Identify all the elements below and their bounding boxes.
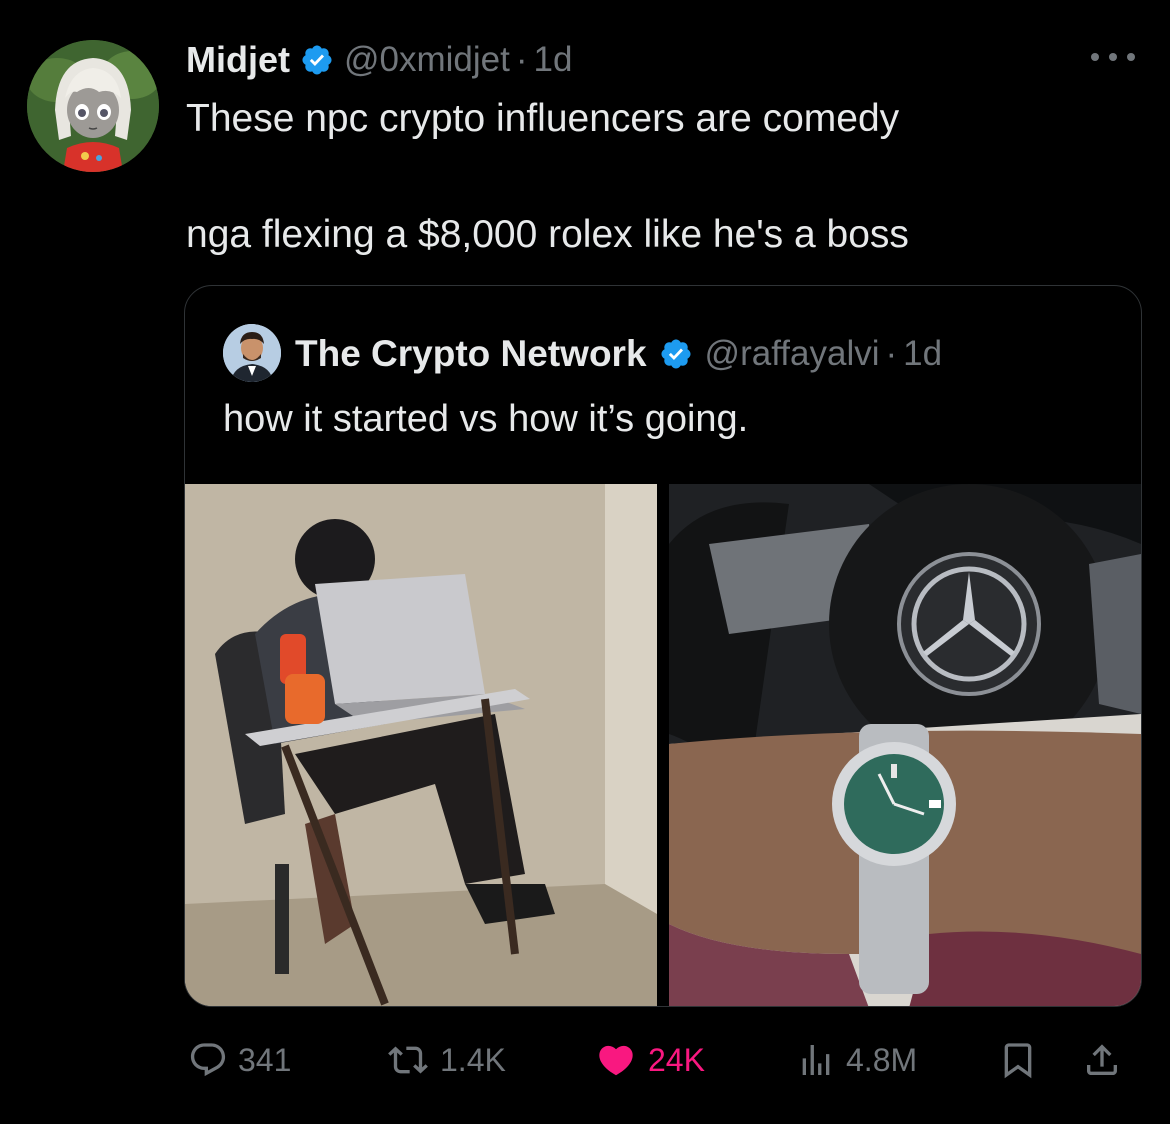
quoted-tweet-timestamp[interactable]: 1d xyxy=(903,334,942,374)
verified-badge-icon xyxy=(661,339,691,369)
quoted-author-name[interactable]: The Crypto Network xyxy=(295,333,647,375)
more-options-button[interactable] xyxy=(1086,42,1140,72)
quoted-tweet-text: how it started vs how it’s going. xyxy=(223,398,749,440)
separator-dot: · xyxy=(885,334,898,373)
share-upload-icon xyxy=(1087,1044,1117,1075)
views-button[interactable]: 4.8M xyxy=(796,1030,917,1090)
bar-chart-icon xyxy=(802,1045,830,1075)
bookmark-icon xyxy=(1004,1043,1032,1079)
heart-filled-icon xyxy=(599,1045,633,1076)
tweet-text-line-1: These npc crypto influencers are comedy xyxy=(186,97,900,140)
tweet-header: Midjet @0xmidjet · 1d xyxy=(186,34,572,86)
verified-badge-icon xyxy=(302,45,332,75)
author-handle[interactable]: @0xmidjet xyxy=(344,40,510,80)
views-count: 4.8M xyxy=(846,1041,918,1078)
quoted-tweet[interactable]: The Crypto Network @raffayalvi · 1d how … xyxy=(184,285,1142,1007)
tweet-timestamp[interactable]: 1d xyxy=(534,40,573,80)
tweet-text: These npc crypto influencers are comedy … xyxy=(186,90,1136,264)
quoted-author-handle[interactable]: @raffayalvi xyxy=(705,334,880,374)
retweet-arrows-icon xyxy=(388,1046,428,1074)
media-photo-watch[interactable] xyxy=(669,484,1141,1006)
tweet-text-line-2: nga flexing a $8,000 rolex like he's a b… xyxy=(186,213,909,256)
reply-button[interactable]: 341 xyxy=(188,1030,291,1090)
photo-watch-steering-wheel-icon xyxy=(669,484,1141,1006)
speech-bubble-icon xyxy=(190,1043,226,1077)
bookmark-button[interactable] xyxy=(998,1030,1038,1090)
tweet-action-bar: 341 1.4K 24K 4.8M xyxy=(184,1030,1144,1090)
avatar-illustration-icon xyxy=(27,40,159,172)
media-divider xyxy=(657,484,669,1006)
reply-count: 341 xyxy=(238,1041,292,1078)
author-name[interactable]: Midjet xyxy=(186,39,290,81)
quoted-author-avatar[interactable] xyxy=(223,324,281,382)
retweet-button[interactable]: 1.4K xyxy=(386,1030,506,1090)
ellipsis-icon xyxy=(1091,53,1135,61)
media-photo-laptop[interactable] xyxy=(185,484,657,1006)
retweet-count: 1.4K xyxy=(440,1041,506,1078)
quoted-tweet-media xyxy=(185,484,1141,1006)
photo-person-laptop-icon xyxy=(185,484,657,1006)
like-count: 24K xyxy=(648,1041,705,1078)
author-avatar[interactable] xyxy=(27,40,159,172)
share-button[interactable] xyxy=(1082,1030,1122,1090)
like-button[interactable]: 24K xyxy=(594,1030,705,1090)
quoted-tweet-header: The Crypto Network @raffayalvi · 1d xyxy=(295,326,942,382)
tweet: Midjet @0xmidjet · 1d These npc crypto i… xyxy=(0,0,1170,1124)
portrait-avatar-icon xyxy=(223,324,281,382)
separator-dot: · xyxy=(515,40,528,79)
